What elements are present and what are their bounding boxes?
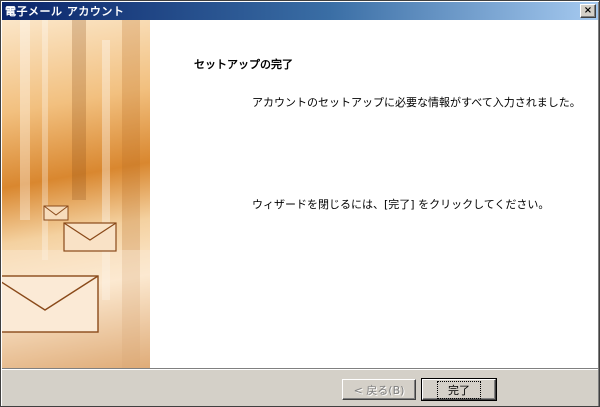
wizard-client-area: セットアップの完了 アカウントのセットアップに必要な情報がすべて入力されました。… xyxy=(2,20,598,368)
close-icon: × xyxy=(583,5,593,16)
envelope-illustration xyxy=(2,20,150,368)
email-account-dialog: 電子メール アカウント × セットアップの完了 アカウントのセットアップに必要な… xyxy=(0,0,600,407)
close-button[interactable]: × xyxy=(580,4,596,18)
envelope-icon-small xyxy=(43,205,69,221)
completion-message: アカウントのセットアップに必要な情報がすべて入力されました。 xyxy=(252,96,581,109)
button-bar: < 戻る(B) 完了 xyxy=(2,368,598,406)
back-button-label: < 戻る(B) xyxy=(353,383,405,397)
close-instruction: ウィザードを閉じるには、[完了] をクリックしてください。 xyxy=(252,198,550,211)
finish-button-label: 完了 xyxy=(437,380,481,399)
finish-button[interactable]: 完了 xyxy=(421,378,497,401)
wizard-content: セットアップの完了 アカウントのセットアップに必要な情報がすべて入力されました。… xyxy=(150,20,598,368)
wizard-banner-image xyxy=(2,20,150,368)
envelope-icon-medium xyxy=(63,222,117,252)
window-title: 電子メール アカウント xyxy=(5,5,125,18)
page-title: セットアップの完了 xyxy=(194,58,293,71)
envelope-icon-large xyxy=(2,275,99,333)
back-button[interactable]: < 戻る(B) xyxy=(342,379,416,400)
title-bar[interactable]: 電子メール アカウント × xyxy=(2,2,598,20)
